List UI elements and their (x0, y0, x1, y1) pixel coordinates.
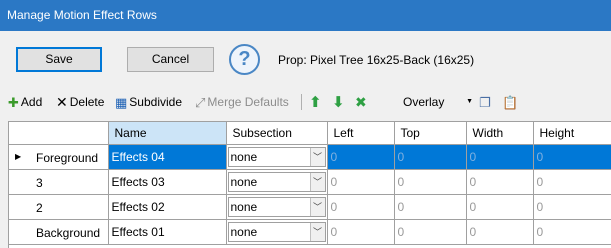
x-icon: ✕ (56, 94, 68, 110)
name-cell[interactable]: Effects 02 (108, 194, 227, 220)
chevron-down-icon[interactable]: ﹀ (309, 197, 325, 216)
column-header-height[interactable]: Height (533, 122, 611, 145)
chevron-down-icon[interactable]: ﹀ (309, 222, 325, 241)
chevron-down-icon: ▼ (466, 98, 473, 105)
top-cell[interactable]: 0 (394, 169, 467, 195)
row-header[interactable]: 2 (9, 194, 109, 220)
delete-label: Delete (69, 95, 105, 109)
merge-icon: ⤢ (195, 94, 206, 110)
row-label: Foreground (36, 150, 99, 165)
column-header-subsection[interactable]: Subsection (226, 122, 328, 145)
row-pointer-icon: ▶ (15, 151, 22, 161)
toolbar: ✚ Add ✕ Delete ▦ Subdivide ⤢ Merge Defau… (0, 90, 611, 114)
subsection-select[interactable]: none ﹀ (227, 196, 326, 217)
blend-mode-value: Overlay (403, 95, 445, 109)
subsection-select[interactable]: none ﹀ (227, 171, 326, 192)
add-label: Add (20, 95, 43, 109)
column-header-left[interactable]: Left (327, 122, 395, 145)
arrow-down-icon: ⬇ (332, 93, 345, 111)
column-header-width[interactable]: Width (466, 122, 534, 145)
subsection-cell[interactable]: none ﹀ (226, 194, 328, 220)
subsection-cell[interactable]: none ﹀ (226, 169, 328, 195)
left-cell[interactable]: 0 (327, 144, 395, 170)
delete-button[interactable]: ✕ Delete (56, 90, 104, 114)
chevron-down-icon[interactable]: ﹀ (309, 147, 325, 166)
move-down-button[interactable]: ⬇ (332, 90, 347, 114)
height-cell[interactable]: 0 (533, 169, 611, 195)
add-button[interactable]: ✚ Add (8, 90, 42, 114)
name-cell[interactable]: Effects 01 (108, 219, 227, 245)
paste-icon: 📋 (502, 94, 519, 110)
name-cell[interactable]: Effects 03 (108, 169, 227, 195)
subsection-value: none (230, 199, 258, 214)
subsection-value: none (230, 224, 258, 239)
shuffle-icon: ✖ (355, 94, 367, 110)
row-label: Background (36, 225, 101, 240)
column-header-top[interactable]: Top (394, 122, 467, 145)
table-row[interactable]: 3 Effects 03 none ﹀ 0 0 0 0 (9, 169, 611, 195)
window-title: Manage Motion Effect Rows (0, 0, 611, 31)
toolbar-separator (301, 94, 302, 110)
subsection-value: none (230, 174, 258, 189)
help-icon[interactable]: ? (229, 44, 260, 75)
row-label: 3 (36, 175, 43, 190)
column-header-name[interactable]: Name (108, 122, 227, 145)
subsection-value: none (230, 149, 258, 164)
row-header[interactable]: Background (9, 219, 109, 245)
subdivide-button[interactable]: ▦ Subdivide (115, 90, 182, 114)
cancel-button[interactable]: Cancel (127, 47, 214, 72)
copy-button[interactable]: ❐ (479, 90, 493, 114)
chevron-down-icon[interactable]: ﹀ (309, 172, 325, 191)
table-row[interactable]: 2 Effects 02 none ﹀ 0 0 0 0 (9, 194, 611, 220)
left-cell[interactable]: 0 (327, 169, 395, 195)
name-cell[interactable]: Effects 04 (108, 144, 227, 170)
left-cell[interactable]: 0 (327, 194, 395, 220)
subsection-select[interactable]: none ﹀ (227, 221, 326, 242)
width-cell[interactable]: 0 (466, 144, 534, 170)
height-cell[interactable]: 0 (533, 194, 611, 220)
left-cell[interactable]: 0 (327, 219, 395, 245)
width-cell[interactable]: 0 (466, 169, 534, 195)
top-cell[interactable]: 0 (394, 144, 467, 170)
height-cell[interactable]: 0 (533, 219, 611, 245)
copy-icon: ❐ (479, 94, 491, 110)
table-row[interactable]: ▶ Foreground Effects 04 none ﹀ 0 0 0 0 (9, 144, 611, 170)
row-label: 2 (36, 200, 43, 215)
plus-icon: ✚ (8, 94, 19, 110)
move-up-button[interactable]: ⬆ (309, 90, 324, 114)
save-button[interactable]: Save (16, 47, 102, 72)
grid-icon: ▦ (115, 94, 128, 110)
top-cell[interactable]: 0 (394, 194, 467, 220)
corner-header (9, 122, 109, 145)
subsection-cell[interactable]: none ﹀ (226, 144, 328, 170)
shuffle-button[interactable]: ✖ (355, 90, 369, 114)
paste-button[interactable]: 📋 (502, 90, 520, 114)
row-header[interactable]: ▶ Foreground (9, 144, 109, 170)
blend-mode-select[interactable]: Overlay ▼ (403, 93, 475, 111)
prop-label: Prop: Pixel Tree 16x25-Back (16x25) (278, 53, 475, 67)
arrow-up-icon: ⬆ (309, 93, 322, 111)
subsection-select[interactable]: none ﹀ (227, 146, 326, 167)
width-cell[interactable]: 0 (466, 219, 534, 245)
subdivide-label: Subdivide (129, 95, 183, 109)
width-cell[interactable]: 0 (466, 194, 534, 220)
subsection-cell[interactable]: none ﹀ (226, 219, 328, 245)
row-header[interactable]: 3 (9, 169, 109, 195)
effect-rows-grid: Name Subsection Left Top Width Height ▶ … (8, 121, 611, 248)
top-cell[interactable]: 0 (394, 219, 467, 245)
table-row[interactable]: Background Effects 01 none ﹀ 0 0 0 0 (9, 219, 611, 245)
merge-defaults-button[interactable]: ⤢ Merge Defaults (195, 90, 289, 114)
merge-defaults-label: Merge Defaults (207, 95, 289, 109)
height-cell[interactable]: 0 (533, 144, 611, 170)
